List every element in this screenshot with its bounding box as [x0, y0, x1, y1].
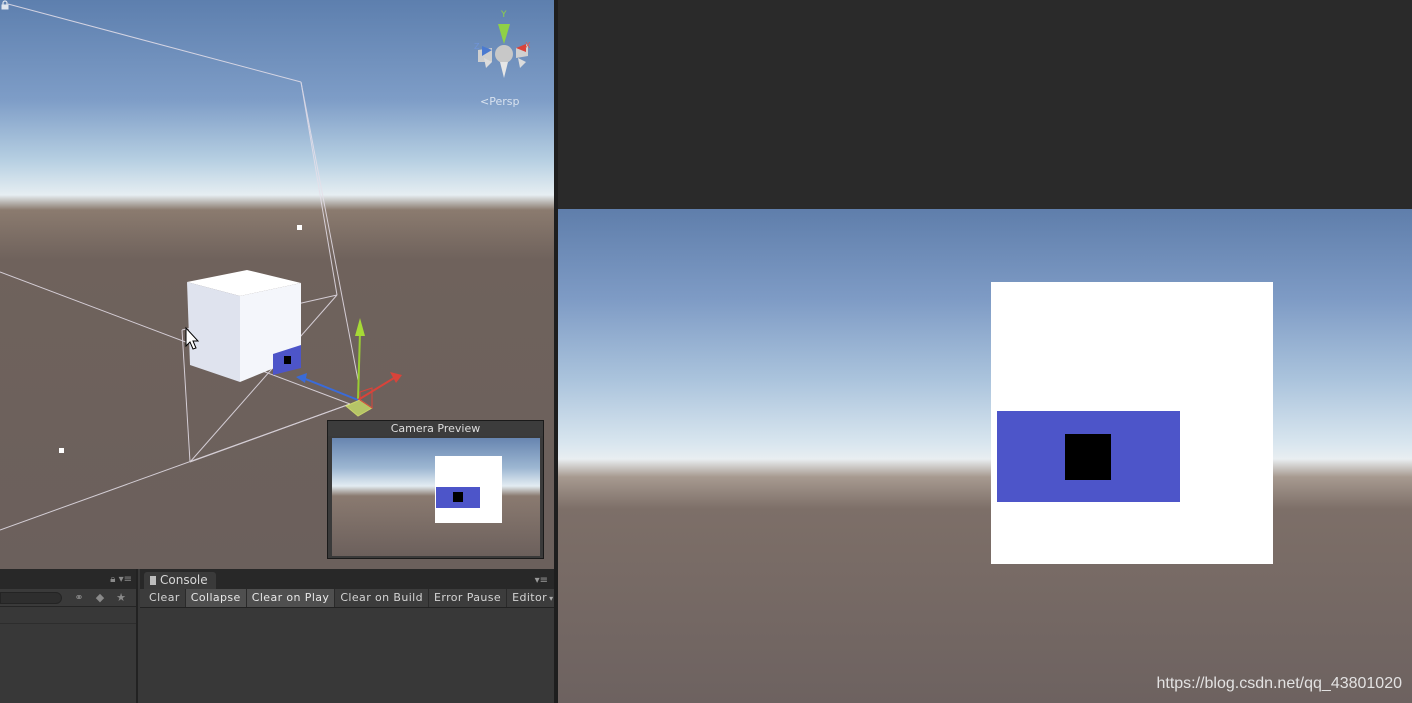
game-view[interactable]: https://blog.csdn.net/qq_43801020: [558, 209, 1412, 703]
lock-icon[interactable]: 🔒︎ ▾≡: [110, 574, 132, 585]
gizmo-y-label: Y: [500, 10, 507, 20]
projection-toggle[interactable]: <Persp: [480, 95, 519, 108]
hierarchy-tabbar: 🔒︎ ▾≡: [0, 569, 136, 589]
lock-icon[interactable]: [0, 0, 10, 10]
scene-view[interactable]: Y Z X <Persp Camera Preview: [0, 0, 554, 569]
frustum-handle[interactable]: [59, 448, 64, 453]
error-pause-toggle[interactable]: Error Pause: [429, 589, 508, 607]
z-axis-handle: [296, 373, 307, 383]
clear-on-play-toggle[interactable]: Clear on Play: [246, 589, 336, 607]
camera-preview: Camera Preview: [327, 420, 544, 559]
list-item[interactable]: [0, 607, 136, 624]
camera-frustum: [0, 3, 359, 531]
console-log-area[interactable]: [140, 609, 554, 703]
cube-object[interactable]: [187, 270, 301, 382]
clear-on-build-toggle[interactable]: Clear on Build: [335, 589, 430, 607]
orientation-gizmo[interactable]: Y Z X: [474, 10, 531, 78]
search-input[interactable]: [0, 592, 62, 604]
frustum-handle[interactable]: [297, 225, 302, 230]
hierarchy-toolbar: ⚭ ◆ ★: [0, 589, 136, 607]
console-pane: Console ▾≡ Clear Collapse Clear on Play …: [140, 569, 568, 703]
y-axis-handle: [355, 318, 365, 336]
tag-icon[interactable]: ◆: [93, 591, 107, 605]
collapse-toggle[interactable]: Collapse: [185, 589, 247, 607]
prefab-filter-icon[interactable]: ⚭: [72, 591, 86, 605]
x-axis-handle: [390, 372, 402, 383]
console-tab-icon: [150, 576, 156, 585]
watermark: https://blog.csdn.net/qq_43801020: [1156, 675, 1402, 692]
chevron-down-icon: ▾: [549, 594, 554, 603]
gizmo-x-label: X: [525, 41, 531, 50]
console-toolbar: Clear Collapse Clear on Play Clear on Bu…: [140, 589, 568, 608]
hierarchy-pane: 🔒︎ ▾≡ ⚭ ◆ ★: [0, 569, 138, 703]
bottom-panel: 🔒︎ ▾≡ ⚭ ◆ ★ Console ▾≡ Clear Collapse Cl…: [0, 569, 568, 703]
menu-icon[interactable]: ▾≡: [535, 575, 548, 586]
editor-dropdown[interactable]: Editor ▾: [507, 589, 560, 607]
camera-preview-render: [332, 438, 540, 556]
clear-button[interactable]: Clear: [144, 589, 186, 607]
console-tabbar: Console ▾≡: [140, 569, 554, 589]
preview-black-quad: [453, 492, 463, 502]
game-view-letterbox: [558, 0, 1412, 209]
camera-preview-title: Camera Preview: [328, 421, 543, 436]
tab-console[interactable]: Console: [144, 572, 216, 589]
gizmo-z-label: Z: [474, 42, 480, 51]
black-quad: [1065, 434, 1111, 480]
star-icon[interactable]: ★: [114, 591, 128, 605]
tab-console-label: Console: [160, 573, 208, 587]
editor-dropdown-label: Editor: [512, 591, 548, 604]
